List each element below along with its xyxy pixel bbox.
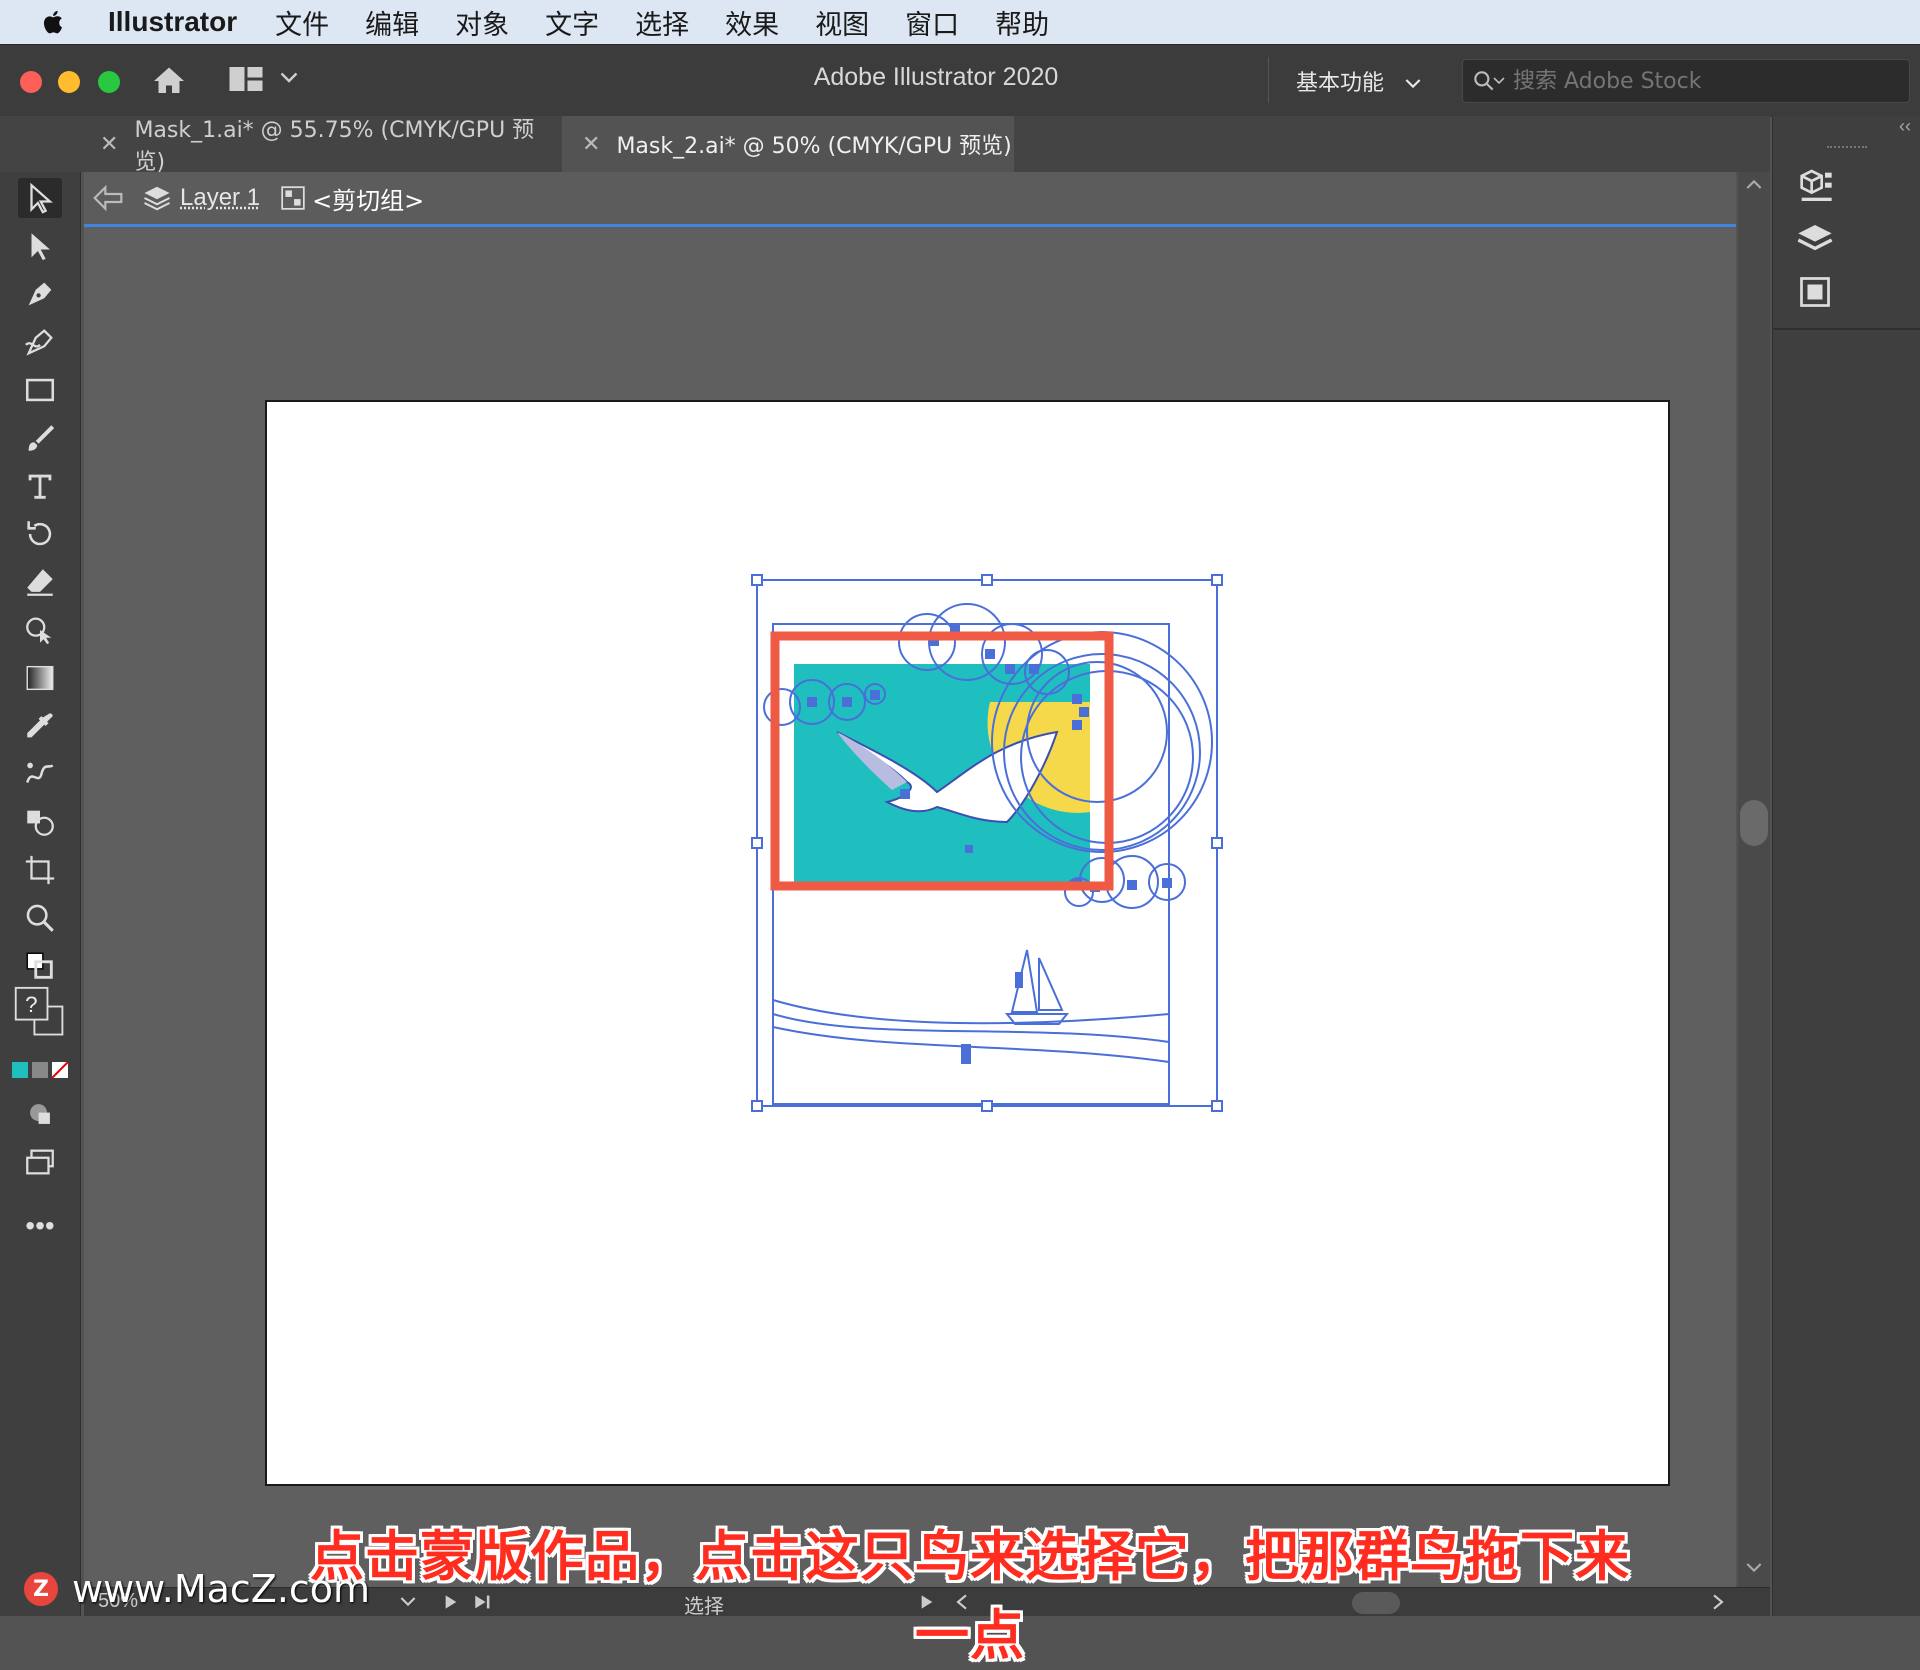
layers-panel-icon[interactable] xyxy=(1795,220,1835,260)
shape-builder-tool-icon[interactable] xyxy=(18,610,62,650)
pen-tool-icon[interactable] xyxy=(18,274,62,314)
menu-app-name[interactable]: Illustrator xyxy=(108,6,237,38)
divider xyxy=(1268,57,1269,103)
menu-effect[interactable]: 效果 xyxy=(725,3,779,42)
search-input[interactable] xyxy=(1511,64,1895,98)
rectangle-tool-icon[interactable] xyxy=(18,370,62,410)
svg-text:?: ? xyxy=(25,992,37,1017)
paintbrush-tool-icon[interactable] xyxy=(18,418,62,458)
curvature-tool-icon[interactable] xyxy=(18,322,62,362)
blend-tool-icon[interactable] xyxy=(18,754,62,794)
menu-select[interactable]: 选择 xyxy=(635,3,689,42)
stock-search-box[interactable] xyxy=(1462,59,1910,103)
close-tab-icon[interactable]: ✕ xyxy=(582,132,600,157)
menu-type[interactable]: 文字 xyxy=(545,3,599,42)
layers-icon xyxy=(142,183,172,213)
tutorial-subtitle: 点击蒙版作品，点击这只鸟来选择它，把那群鸟拖下来一点 xyxy=(300,1512,1640,1670)
clip-group-icon xyxy=(280,185,306,211)
fill-stroke-swatch-icon[interactable]: ? xyxy=(10,982,70,1046)
selection-tool-icon[interactable] xyxy=(18,178,62,218)
watermark: Z www.MacZ.com xyxy=(24,1567,370,1611)
tab-label: Mask_1.ai* @ 55.75% (CMYK/GPU 预览) xyxy=(134,112,560,176)
app-title-bar: Adobe Illustrator 2020 基本功能 xyxy=(0,44,1920,117)
menu-object[interactable]: 对象 xyxy=(455,3,509,42)
breadcrumb-layer[interactable]: Layer 1 xyxy=(180,184,260,212)
menu-view[interactable]: 视图 xyxy=(815,3,869,42)
panel-grip[interactable] xyxy=(1827,146,1867,152)
macz-logo-icon: Z xyxy=(24,1572,58,1606)
color-mode-icons[interactable] xyxy=(12,1058,68,1082)
chevron-up-icon[interactable] xyxy=(1746,178,1762,190)
tab-mask-2[interactable]: ✕ Mask_2.ai* @ 50% (CMYK/GPU 预览) xyxy=(562,116,1014,172)
vertical-scrollbar[interactable] xyxy=(1738,172,1770,1587)
drawing-mode-icon[interactable] xyxy=(18,1094,62,1134)
artwork[interactable] xyxy=(267,402,1668,1484)
chevron-down-icon xyxy=(1405,78,1421,90)
close-tab-icon[interactable]: ✕ xyxy=(100,132,118,157)
apple-logo-icon[interactable] xyxy=(40,8,68,36)
symbol-sprayer-tool-icon[interactable] xyxy=(18,802,62,842)
direct-selection-tool-icon[interactable] xyxy=(18,226,62,266)
right-panel-dock: ‹‹ xyxy=(1772,116,1920,1616)
default-fill-stroke-icon[interactable] xyxy=(18,946,62,986)
isolation-mode-bar: Layer 1 <剪切组> xyxy=(84,172,1736,227)
eyedropper-tool-icon[interactable] xyxy=(18,706,62,746)
artboard-tool-icon[interactable] xyxy=(18,850,62,890)
workspace-label: 基本功能 xyxy=(1296,71,1384,96)
watermark-text: www.MacZ.com xyxy=(72,1567,370,1611)
tab-label: Mask_2.ai* @ 50% (CMYK/GPU 预览) xyxy=(616,128,1011,160)
more-tools-icon[interactable]: ••• xyxy=(18,1206,62,1246)
workspace-switcher[interactable]: 基本功能 xyxy=(1296,65,1421,97)
zoom-tool-icon[interactable] xyxy=(18,898,62,938)
tab-mask-1[interactable]: ✕ Mask_1.ai* @ 55.75% (CMYK/GPU 预览) xyxy=(80,116,560,172)
chevron-down-icon[interactable] xyxy=(1746,1562,1762,1574)
libraries-panel-icon[interactable] xyxy=(1795,166,1835,206)
divider xyxy=(1773,328,1920,330)
menu-file[interactable]: 文件 xyxy=(275,3,329,42)
screen-mode-icon[interactable] xyxy=(18,1142,62,1182)
rotate-tool-icon[interactable] xyxy=(18,514,62,554)
back-arrow-icon[interactable] xyxy=(92,184,124,212)
menu-edit[interactable]: 编辑 xyxy=(365,3,419,42)
menu-window[interactable]: 窗口 xyxy=(905,3,959,42)
scroll-right-icon[interactable] xyxy=(1712,1594,1724,1610)
tools-panel: ›› ? ••• xyxy=(0,116,81,1616)
breadcrumb-group[interactable]: <剪切组> xyxy=(312,181,424,216)
gradient-tool-icon[interactable] xyxy=(18,658,62,698)
document-tab-bar: ✕ Mask_1.ai* @ 55.75% (CMYK/GPU 预览) ✕ Ma… xyxy=(0,116,1770,172)
type-tool-icon[interactable] xyxy=(18,466,62,506)
chevron-down-icon xyxy=(1493,76,1505,86)
menu-help[interactable]: 帮助 xyxy=(995,3,1049,42)
eraser-tool-icon[interactable] xyxy=(18,562,62,602)
artboards-panel-icon[interactable] xyxy=(1797,274,1833,310)
artboard[interactable] xyxy=(265,400,1670,1486)
expand-panel-icon[interactable]: ‹‹ xyxy=(1899,116,1911,137)
scroll-thumb[interactable] xyxy=(1740,800,1768,846)
macos-menu-bar: Illustrator 文件 编辑 对象 文字 选择 效果 视图 窗口 帮助 xyxy=(0,0,1920,44)
